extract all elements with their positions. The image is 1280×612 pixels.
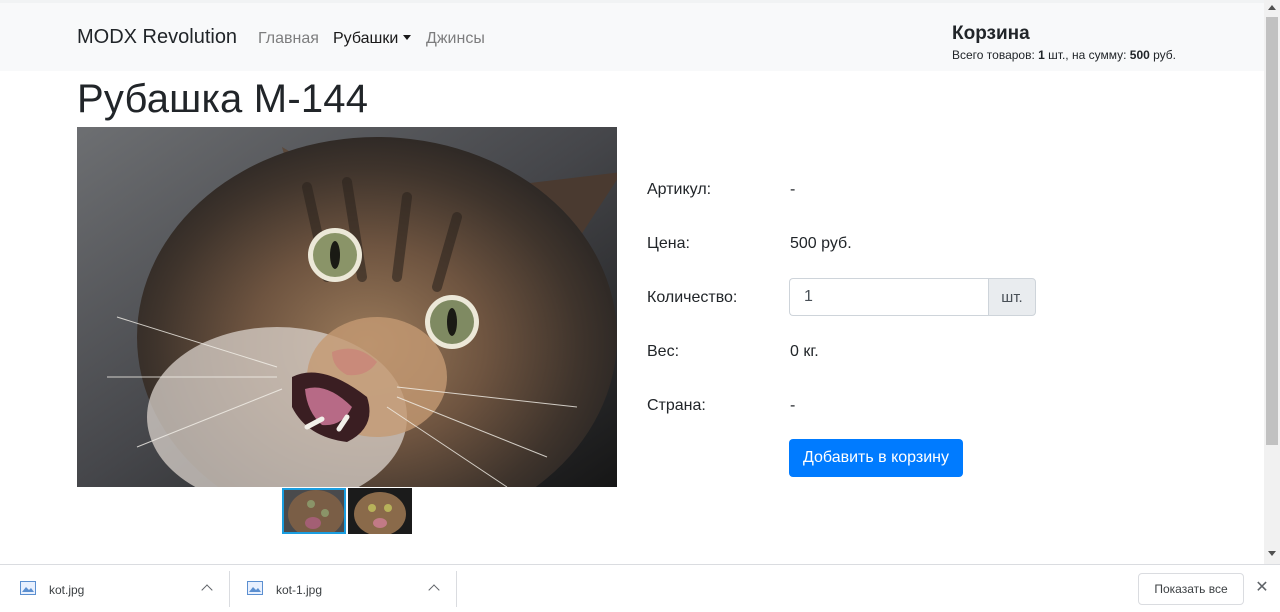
brand-link[interactable]: MODX Revolution (77, 26, 237, 49)
cart-summary-suffix: руб. (1149, 48, 1177, 62)
downloads-bar: kot.jpg kot-1.jpg Показать все ✕ (0, 564, 1280, 612)
caret-down-icon (403, 35, 412, 40)
quantity-input-group: шт. (789, 278, 1036, 316)
chevron-up-icon[interactable] (201, 584, 213, 596)
scroll-up-arrow-icon[interactable] (1268, 5, 1276, 10)
cart-count: 1 (1038, 48, 1045, 62)
cat-thumbnail-image (348, 488, 412, 534)
page-title: Рубашка М-144 (77, 77, 369, 121)
download-item-kot[interactable]: kot.jpg (0, 565, 229, 612)
image-file-icon (20, 581, 36, 595)
browser-viewport: MODX Revolution Главная Рубашки Джинсы К… (0, 0, 1264, 564)
add-to-cart-button[interactable]: Добавить в корзину (789, 439, 963, 477)
weight-value: 0 кг. (790, 343, 819, 360)
cat-photo (77, 127, 617, 487)
country-value: - (790, 397, 796, 414)
cat-thumbnail-image (282, 488, 346, 534)
cart-summary: Всего товаров: 1 шт., на сумму: 500 руб. (952, 48, 1176, 62)
page-scrollbar[interactable] (1264, 0, 1280, 564)
cart-summary-mid: шт., на сумму: (1044, 48, 1130, 62)
cart-sum: 500 (1129, 48, 1150, 62)
chevron-up-icon[interactable] (428, 584, 440, 596)
price-label: Цена: (647, 235, 690, 252)
download-file-name: kot.jpg (49, 583, 85, 597)
nav-link-shirts-label: Рубашки (333, 30, 399, 47)
country-label: Страна: (647, 397, 706, 414)
download-separator (456, 571, 457, 607)
sku-value: - (790, 181, 796, 198)
close-icon[interactable]: ✕ (1254, 580, 1270, 596)
quantity-input[interactable] (789, 278, 988, 316)
cart-summary-prefix: Всего товаров: (952, 48, 1039, 62)
product-main-image[interactable] (77, 127, 617, 487)
price-value: 500 руб. (790, 235, 852, 252)
download-file-name: kot-1.jpg (276, 583, 323, 597)
scroll-down-arrow-icon[interactable] (1268, 551, 1276, 556)
navbar: MODX Revolution Главная Рубашки Джинсы К… (0, 3, 1264, 71)
download-item-kot-1[interactable]: kot-1.jpg (230, 565, 456, 612)
cart-title[interactable]: Корзина (952, 23, 1030, 45)
sku-label: Артикул: (647, 181, 712, 198)
quantity-label: Количество: (647, 289, 738, 306)
weight-label: Вес: (647, 343, 680, 360)
scrollbar-thumb[interactable] (1266, 17, 1278, 445)
nav-link-home[interactable]: Главная (258, 30, 319, 48)
product-thumbnail-1[interactable] (282, 488, 346, 534)
product-thumbnail-2[interactable] (348, 488, 412, 534)
show-all-downloads-button[interactable]: Показать все (1138, 573, 1244, 605)
nav-link-jeans[interactable]: Джинсы (426, 30, 485, 48)
image-file-icon (247, 581, 263, 595)
quantity-unit: шт. (988, 278, 1036, 316)
nav-link-shirts[interactable]: Рубашки (333, 30, 412, 48)
